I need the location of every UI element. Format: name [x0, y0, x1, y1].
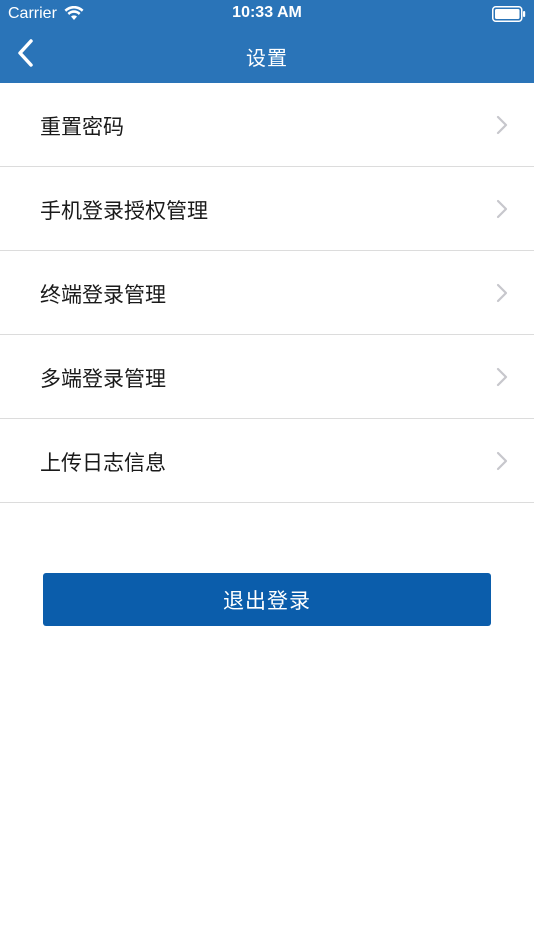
settings-item-label: 上传日志信息: [40, 451, 166, 475]
chevron-right-icon: [496, 367, 508, 387]
chevron-right-icon: [496, 115, 508, 135]
chevron-right-icon: [496, 199, 508, 219]
settings-item-multi-device-login[interactable]: 多端登录管理: [0, 335, 534, 419]
settings-item-terminal-login[interactable]: 终端登录管理: [0, 251, 534, 335]
page-title: 设置: [246, 46, 288, 70]
settings-item-label: 重置密码: [40, 115, 124, 139]
logout-button[interactable]: 退出登录: [43, 573, 491, 626]
status-time: 10:33 AM: [232, 4, 302, 21]
app-header: Carrier 10:33 AM 设置: [0, 0, 534, 83]
settings-item-label: 多端登录管理: [40, 367, 166, 391]
chevron-right-icon: [496, 283, 508, 303]
battery-icon: [492, 6, 526, 22]
settings-list: 重置密码 手机登录授权管理 终端登录管理 多端登录管理 上传日志信息: [0, 83, 534, 503]
status-bar: Carrier 10:33 AM: [0, 0, 534, 28]
settings-item-phone-login-authorization[interactable]: 手机登录授权管理: [0, 167, 534, 251]
chevron-right-icon: [496, 451, 508, 471]
settings-item-label: 终端登录管理: [40, 283, 166, 307]
settings-item-label: 手机登录授权管理: [40, 199, 208, 223]
settings-item-reset-password[interactable]: 重置密码: [0, 83, 534, 167]
navigation-bar: 设置: [0, 28, 534, 83]
settings-item-upload-logs[interactable]: 上传日志信息: [0, 419, 534, 503]
